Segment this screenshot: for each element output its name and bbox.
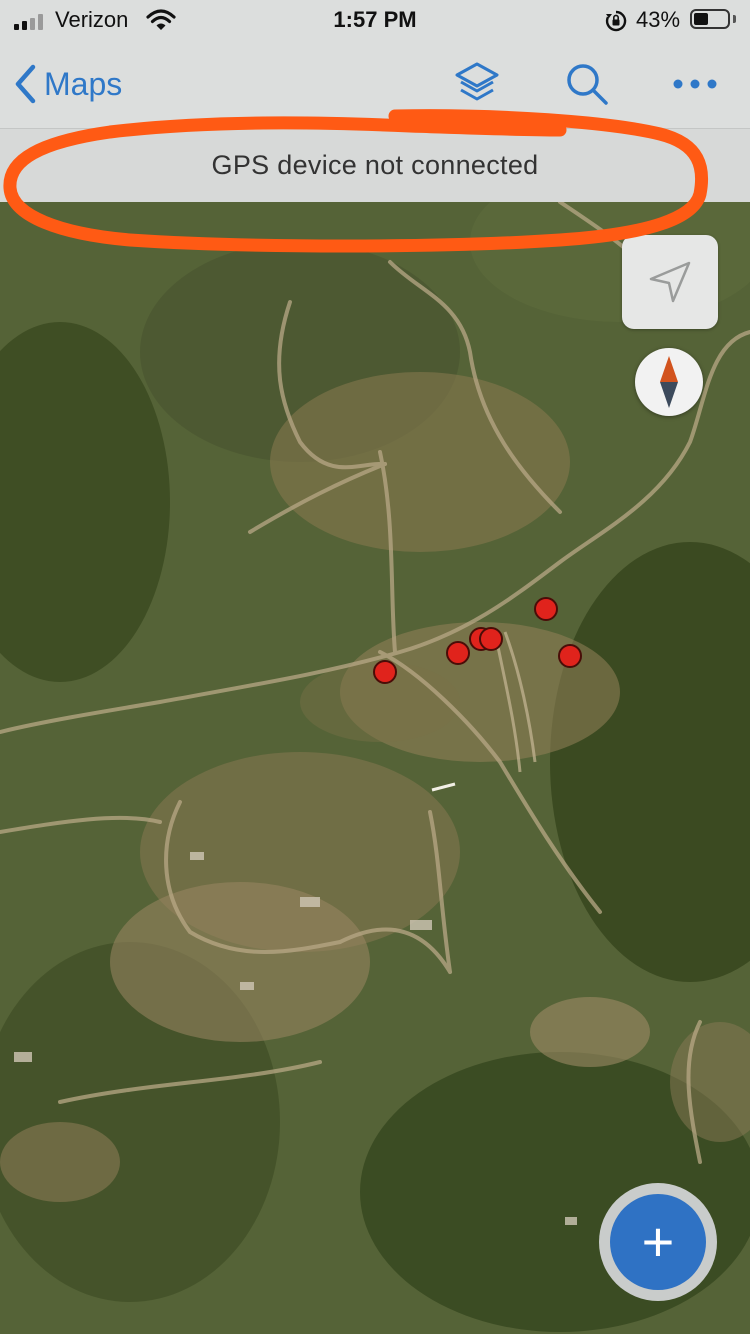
- map-marker[interactable]: [479, 627, 503, 651]
- battery-percentage: 43%: [636, 7, 681, 32]
- add-feature-button-ring: +: [599, 1183, 717, 1301]
- status-bar: Verizon 1:57 PM 43%: [0, 0, 750, 42]
- layers-button[interactable]: [451, 58, 503, 110]
- navigation-bar: Maps: [0, 42, 750, 129]
- compass-button[interactable]: [635, 348, 703, 416]
- back-button[interactable]: Maps: [14, 60, 122, 108]
- back-button-label: Maps: [44, 65, 123, 102]
- compass-icon: [660, 356, 678, 408]
- map-marker[interactable]: [373, 660, 397, 684]
- search-icon: [567, 64, 608, 105]
- orientation-lock-icon: [604, 9, 628, 38]
- plus-icon: +: [641, 1210, 675, 1273]
- gps-status-banner: GPS device not connected: [0, 129, 750, 202]
- layers-icon: [455, 62, 499, 101]
- location-arrow-icon: [649, 261, 691, 303]
- battery-icon: [690, 9, 730, 29]
- more-button[interactable]: [669, 58, 721, 110]
- locate-me-button[interactable]: [622, 235, 718, 329]
- gps-status-message: GPS device not connected: [211, 150, 539, 180]
- chevron-left-icon: [15, 64, 36, 104]
- battery-level-fill: [694, 13, 708, 25]
- add-feature-button[interactable]: +: [610, 1194, 706, 1290]
- map-marker[interactable]: [534, 597, 558, 621]
- map-marker[interactable]: [446, 641, 470, 665]
- battery-cap: [733, 15, 736, 23]
- more-icon: [673, 79, 717, 89]
- map-marker[interactable]: [558, 644, 582, 668]
- search-button[interactable]: [561, 58, 613, 110]
